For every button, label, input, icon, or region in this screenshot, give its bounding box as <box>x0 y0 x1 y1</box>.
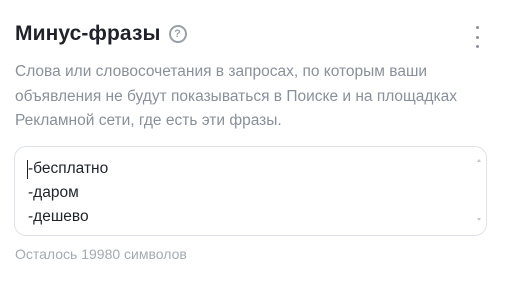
phrase-line: -даром <box>28 184 79 201</box>
help-icon[interactable]: ? <box>168 25 187 43</box>
section-header: Минус-фразы ? <box>15 22 187 46</box>
section-description: Слова или словосочетания в запросах, по … <box>15 63 457 129</box>
scroll-down-arrow-icon[interactable] <box>477 218 481 221</box>
text-caret <box>27 160 28 179</box>
more-options-icon[interactable] <box>470 26 484 48</box>
textarea-content[interactable]: -бесплатно -даром -дешево <box>28 157 108 229</box>
section-title: Минус-фразы <box>15 22 161 45</box>
minus-phrases-textarea[interactable]: -бесплатно -даром -дешево <box>14 146 487 236</box>
phrase-line: -дешево <box>28 208 89 225</box>
characters-remaining: Осталось 19980 символов <box>15 246 187 262</box>
scroll-up-arrow-icon[interactable] <box>477 159 481 162</box>
phrase-line: -бесплатно <box>28 160 109 177</box>
